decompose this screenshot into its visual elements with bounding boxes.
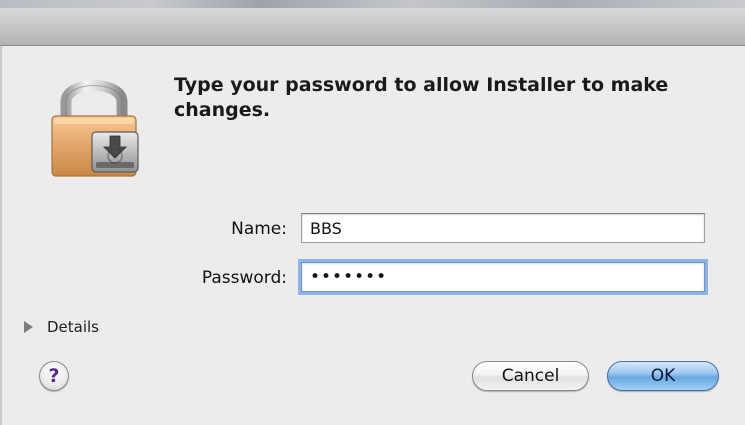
details-disclosure[interactable]: Details [14,317,99,337]
password-field[interactable]: ••••••• [301,262,705,292]
dialog-message: Type your password to allow Installer to… [174,74,669,121]
authentication-dialog: Type your password to allow Installer to… [0,0,745,425]
background-window-strip [0,0,745,8]
name-field[interactable] [301,213,705,243]
name-label: Name: [231,219,287,239]
cancel-button[interactable]: Cancel [472,361,589,391]
disclosure-triangle-icon[interactable] [24,321,33,333]
window-edge [0,46,2,425]
dialog-title-bar[interactable] [0,8,745,46]
details-label[interactable]: Details [47,318,99,336]
question-mark-icon: ? [48,364,60,387]
lock-icon [51,80,139,177]
ok-button[interactable]: OK [607,361,719,391]
help-button[interactable]: ? [39,361,69,391]
password-label: Password: [201,268,287,288]
